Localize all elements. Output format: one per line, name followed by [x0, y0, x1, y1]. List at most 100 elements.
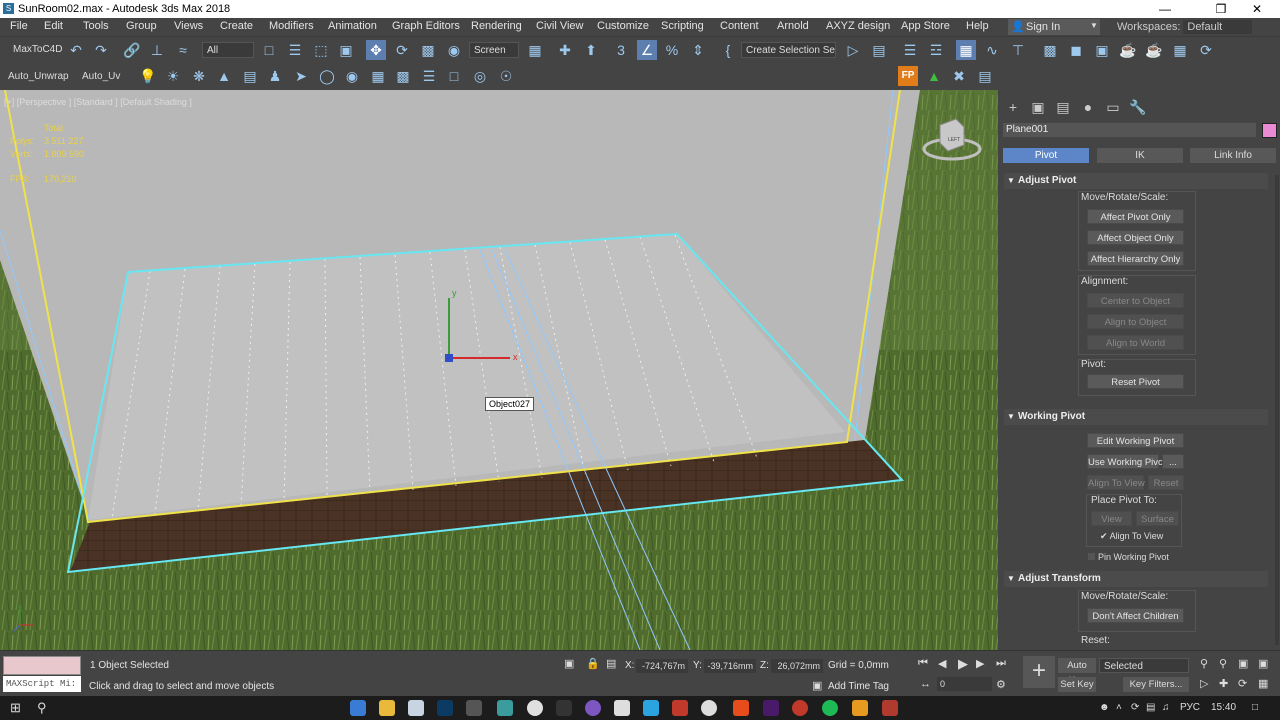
reference-coordinate-dropdown[interactable]: Screen [469, 42, 519, 58]
bind-space-warp-icon[interactable]: ≈ [173, 40, 193, 60]
angle-snap-icon[interactable]: ∠ [637, 40, 657, 60]
menu-help[interactable]: Help [966, 20, 989, 32]
maxtoc4d-button[interactable]: MaxToC4D [13, 44, 62, 55]
tools-icon[interactable]: ✖ [949, 66, 969, 86]
search-icon[interactable]: ⚲ [37, 700, 47, 716]
align-to-view-checkbox[interactable]: ✔ Align To View [1100, 531, 1163, 542]
keyboard-shortcut-override-icon[interactable]: ⬆ [581, 40, 601, 60]
box-icon[interactable]: □ [444, 66, 464, 86]
menu-arnold[interactable]: Arnold [777, 20, 809, 32]
viewport-label[interactable]: [+] [Perspective ] [Standard ] [Default … [4, 97, 192, 107]
isolate-selection-icon[interactable]: ▣ [564, 657, 574, 670]
selection-filter-dropdown[interactable]: All [202, 42, 254, 58]
volume-icon[interactable]: ♫ [1162, 702, 1170, 713]
mirror-icon[interactable]: ▷ [843, 40, 863, 60]
photoshop-icon[interactable] [437, 700, 453, 716]
menu-civil-view[interactable]: Civil View [536, 20, 583, 32]
premiere-icon[interactable] [763, 700, 779, 716]
utilities-tab-icon[interactable]: 🔧 [1129, 98, 1147, 116]
pin-working-pivot-checkbox[interactable]: Pin Working Pivot [1088, 552, 1169, 562]
menu-app-store[interactable]: App Store [901, 20, 950, 32]
viber-icon[interactable] [585, 700, 601, 716]
tab-link-info[interactable]: Link Info [1190, 148, 1276, 163]
menu-axyz-design[interactable]: AXYZ design [826, 20, 890, 32]
select-object-icon[interactable]: □ [259, 40, 279, 60]
pan-view-icon[interactable]: ✚ [1219, 677, 1228, 690]
view-button[interactable]: View [1091, 511, 1132, 526]
menu-animation[interactable]: Animation [328, 20, 377, 32]
zoom-extents-all-icon[interactable]: ▣ [1258, 657, 1268, 670]
maxscript-mini-listener[interactable]: MAXScript Mi: [3, 676, 81, 692]
camera-icon[interactable]: ◉ [342, 66, 362, 86]
layers-icon[interactable]: ☰ [419, 66, 439, 86]
close-button[interactable]: ✕ [1234, 0, 1280, 18]
app-icon-white[interactable] [701, 700, 717, 716]
yandex-icon[interactable] [733, 700, 749, 716]
center-to-object-button[interactable]: Center to Object [1087, 293, 1184, 308]
dont-affect-children-button[interactable]: Don't Affect Children [1087, 608, 1184, 623]
app-icon-dark[interactable] [556, 700, 572, 716]
show-hidden-icons[interactable]: ˄ [1116, 702, 1122, 713]
select-and-rotate-icon[interactable]: ⟳ [392, 40, 412, 60]
menu-create[interactable]: Create [220, 20, 253, 32]
windows-start-icon[interactable]: ⊞ [10, 700, 21, 716]
media-app-icon[interactable] [672, 700, 688, 716]
3ds-max-icon[interactable] [497, 700, 513, 716]
maxscript-listener-output[interactable] [3, 656, 81, 675]
railclone-icon[interactable]: ▲ [924, 66, 944, 86]
align-icon[interactable]: ▤ [869, 40, 889, 60]
align-to-world-button[interactable]: Align to World [1087, 335, 1184, 350]
figure-icon[interactable]: ♟ [265, 66, 285, 86]
rollout-working-pivot[interactable]: ▼ Working Pivot [1004, 409, 1268, 425]
absolute-mode-icon[interactable]: ▤ [606, 657, 616, 670]
grid-icon[interactable]: ▦ [368, 66, 388, 86]
zoom-extents-icon[interactable]: ▣ [1238, 657, 1248, 670]
unlink-icon[interactable]: ⊥ [147, 40, 167, 60]
unreal-icon[interactable] [614, 700, 630, 716]
percent-snap-icon[interactable]: % [662, 40, 682, 60]
schematic-view-icon[interactable]: ⊤ [1008, 40, 1028, 60]
render-setup-icon[interactable]: ◼ [1066, 40, 1086, 60]
telegram-icon[interactable] [643, 700, 659, 716]
previous-frame-icon[interactable]: ◀ [938, 657, 946, 670]
select-and-place-icon[interactable]: ◉ [444, 40, 464, 60]
surface-button[interactable]: Surface [1136, 511, 1179, 526]
edit-working-pivot-button[interactable]: Edit Working Pivot [1087, 433, 1184, 448]
reset-pivot-button[interactable]: Reset Pivot [1087, 374, 1184, 389]
affect-object-only-button[interactable]: Affect Object Only [1087, 230, 1184, 245]
render-iterative-icon[interactable]: ☕ [1144, 40, 1164, 60]
toggle-ribbon-icon[interactable]: ▦ [956, 40, 976, 60]
book-icon[interactable]: ▤ [240, 66, 260, 86]
rendered-frame-window-icon[interactable]: ▣ [1092, 40, 1112, 60]
auto-key-button[interactable]: Auto Key [1058, 658, 1096, 686]
table-icon[interactable]: ▤ [975, 66, 995, 86]
forest-pack-icon[interactable]: FP [898, 66, 918, 86]
clock[interactable]: 15:40 [1211, 702, 1236, 713]
spinner-snap-icon[interactable]: ⇕ [688, 40, 708, 60]
affect-pivot-only-button[interactable]: Affect Pivot Only [1087, 209, 1184, 224]
set-key-icon[interactable]: + [1023, 656, 1055, 688]
tab-ik[interactable]: IK [1097, 148, 1183, 163]
select-manipulate-icon[interactable]: ✚ [555, 40, 575, 60]
link-icon[interactable]: 🔗 [122, 40, 142, 60]
align-to-view-button[interactable]: Align To View [1087, 475, 1145, 490]
arnold-render-icon[interactable]: ▦ [1170, 40, 1190, 60]
time-configuration-icon[interactable]: ⚙ [996, 678, 1006, 691]
scene-explorer-icon[interactable]: ☰ [900, 40, 920, 60]
workspaces-selector[interactable]: Workspaces: Default [1117, 20, 1253, 34]
pdf-app-icon[interactable] [882, 700, 898, 716]
object-name-field[interactable]: Plane001 [1003, 123, 1256, 137]
light-bulb-icon[interactable]: 💡 [138, 66, 158, 86]
reset-working-pivot-button[interactable]: Reset [1148, 475, 1184, 490]
sign-in-dropdown[interactable]: 👤 Sign In ▼ [1008, 19, 1100, 35]
spotify-icon[interactable] [822, 700, 838, 716]
app-icon-generic[interactable] [466, 700, 482, 716]
set-key-button[interactable]: Set Key [1058, 677, 1096, 692]
x-coordinate-field[interactable]: -724,767m [636, 659, 688, 673]
curve-editor-icon[interactable]: ∿ [982, 40, 1002, 60]
menu-file[interactable]: File [10, 20, 28, 32]
create-tab-icon[interactable]: + [1004, 98, 1022, 116]
menu-views[interactable]: Views [174, 20, 203, 32]
sync-tray-icon[interactable]: ⟳ [1131, 702, 1139, 713]
notifications-icon[interactable]: □ [1252, 702, 1258, 713]
